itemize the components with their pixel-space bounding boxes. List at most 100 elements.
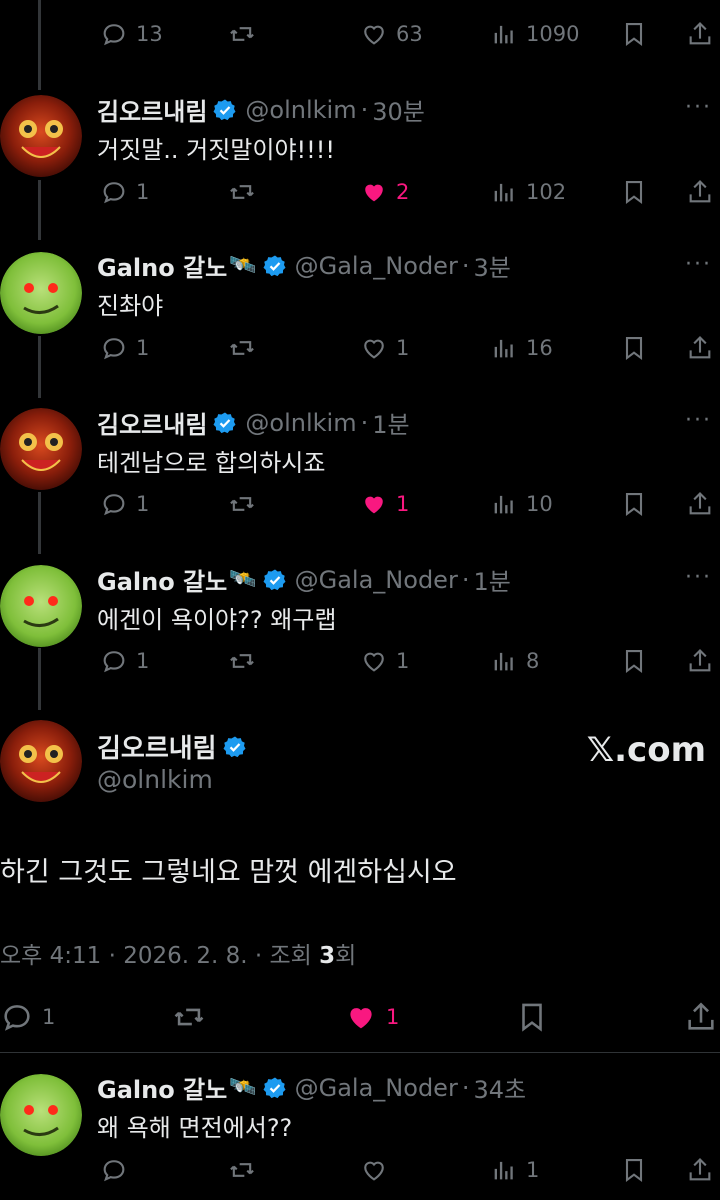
separator: · — [360, 408, 369, 437]
x-com-watermark: 𝕏.com — [586, 730, 706, 770]
reply-icon — [100, 334, 128, 362]
avatar[interactable] — [0, 252, 82, 334]
handle[interactable]: @olnlkim — [245, 409, 356, 437]
handle[interactable]: @Gala_Noder — [295, 252, 458, 280]
more-options-icon[interactable]: ··· — [685, 252, 712, 277]
reply-button[interactable]: 1 — [100, 178, 149, 206]
verified-badge-icon — [263, 254, 287, 278]
thread-line — [38, 0, 41, 90]
separator: · — [461, 565, 470, 594]
reply-button[interactable]: 1 — [100, 490, 149, 518]
like-button[interactable]: 2 — [360, 178, 409, 206]
share-button[interactable] — [686, 490, 714, 518]
like-button[interactable]: 1 — [360, 647, 409, 675]
views-button[interactable]: 16 — [490, 334, 553, 362]
share-icon — [686, 20, 714, 48]
reply-count: 1 — [136, 492, 150, 516]
timestamp[interactable]: 30분 — [372, 92, 425, 127]
views-button[interactable]: 102 — [490, 178, 566, 206]
retweet-button[interactable] — [228, 490, 256, 518]
display-name[interactable]: 김오르내림 — [97, 92, 207, 127]
like-button[interactable]: 63 — [360, 20, 423, 48]
retweet-button[interactable] — [228, 334, 256, 362]
bookmark-icon — [620, 178, 648, 206]
reply-icon — [100, 647, 128, 675]
tweet-text: 테겐남으로 합의하시죠 — [97, 449, 326, 477]
retweet-button[interactable] — [228, 1156, 256, 1184]
bookmark-button[interactable] — [620, 334, 648, 362]
reply-button[interactable] — [100, 1156, 128, 1184]
reply-button[interactable]: 1 — [100, 647, 149, 675]
share-button[interactable] — [686, 20, 714, 48]
avatar[interactable] — [0, 720, 82, 802]
views-button[interactable]: 10 — [490, 490, 553, 518]
heart-icon — [360, 334, 388, 362]
tweet-header: Galno 갈노 🛰️ @Gala_Noder · 3분 — [97, 248, 511, 283]
views-button[interactable]: 8 — [490, 647, 539, 675]
heart-icon — [360, 1156, 388, 1184]
avatar[interactable] — [0, 95, 82, 177]
display-name[interactable]: 김오르내림 — [97, 405, 207, 440]
share-button[interactable] — [686, 1156, 714, 1184]
timestamp[interactable]: 3분 — [473, 248, 510, 283]
bookmark-button[interactable] — [620, 178, 648, 206]
timestamp[interactable]: 1분 — [372, 405, 409, 440]
thread-line — [38, 648, 41, 710]
more-options-icon[interactable]: ··· — [685, 565, 712, 590]
like-count: 63 — [396, 22, 423, 46]
avatar[interactable] — [0, 1074, 82, 1156]
display-name[interactable]: Galno 갈노 — [97, 562, 227, 597]
handle[interactable]: @olnlkim — [97, 765, 213, 794]
retweet-button[interactable] — [228, 178, 256, 206]
share-button[interactable] — [686, 334, 714, 362]
reply-icon — [100, 490, 128, 518]
reply-icon — [100, 1156, 128, 1184]
views-button[interactable]: 1090 — [490, 20, 579, 48]
views-icon — [490, 20, 518, 48]
views-icon — [490, 334, 518, 362]
share-button[interactable] — [686, 178, 714, 206]
reply-button[interactable]: 1 — [0, 1000, 55, 1034]
views-button[interactable]: 1 — [490, 1156, 539, 1184]
timestamp[interactable]: 오후 4:11 · 2026. 2. 8. · 조회 — [0, 943, 319, 969]
like-count: 1 — [386, 1005, 400, 1029]
more-options-icon[interactable]: ··· — [685, 408, 712, 433]
display-name[interactable]: Galno 갈노 — [97, 1070, 227, 1105]
handle[interactable]: @Gala_Noder — [295, 1074, 458, 1102]
retweet-button[interactable] — [172, 1000, 206, 1034]
bookmark-button[interactable] — [620, 20, 648, 48]
bookmark-icon — [620, 647, 648, 675]
avatar[interactable] — [0, 565, 82, 647]
timestamp[interactable]: 34초 — [473, 1070, 526, 1105]
retweet-button[interactable] — [228, 647, 256, 675]
bookmark-icon — [620, 1156, 648, 1184]
like-button[interactable]: 1 — [344, 1000, 399, 1034]
display-name[interactable]: 김오르내림 — [97, 728, 247, 765]
bookmark-button[interactable] — [620, 647, 648, 675]
more-options-icon[interactable]: ··· — [685, 95, 712, 120]
handle[interactable]: @Gala_Noder — [295, 566, 458, 594]
retweet-button[interactable] — [228, 20, 256, 48]
handle[interactable]: @olnlkim — [245, 96, 356, 124]
reply-count: 1 — [136, 336, 150, 360]
retweet-icon — [228, 1156, 256, 1184]
share-icon — [686, 334, 714, 362]
like-button[interactable] — [360, 1156, 388, 1184]
share-button[interactable] — [686, 647, 714, 675]
like-button[interactable]: 1 — [360, 490, 409, 518]
bookmark-button[interactable] — [620, 490, 648, 518]
reply-button[interactable]: 1 — [100, 334, 149, 362]
reply-button[interactable]: 13 — [100, 20, 163, 48]
avatar[interactable] — [0, 408, 82, 490]
display-name[interactable]: Galno 갈노 — [97, 248, 227, 283]
like-button[interactable]: 1 — [360, 334, 409, 362]
display-name-label: 김오르내림 — [97, 734, 217, 764]
views-count: 1090 — [526, 22, 580, 46]
bookmark-button[interactable] — [515, 1000, 549, 1034]
timestamp[interactable]: 1분 — [473, 562, 510, 597]
bookmark-button[interactable] — [620, 1156, 648, 1184]
like-count: 1 — [396, 492, 410, 516]
verified-badge-icon — [223, 735, 247, 759]
share-button[interactable] — [684, 1000, 718, 1034]
like-count: 1 — [396, 336, 410, 360]
